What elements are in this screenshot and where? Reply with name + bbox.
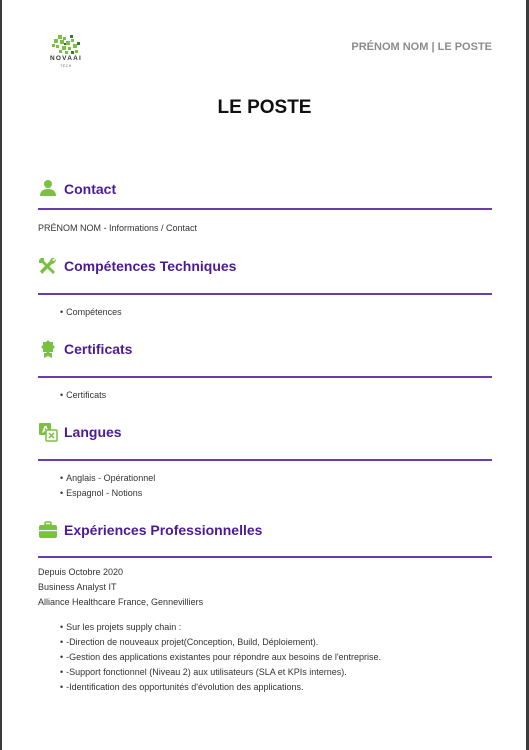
translate-icon: A (39, 423, 58, 442)
list-item: Espagnol - Notions (60, 486, 155, 501)
languages-list: Anglais - Opérationnel Espagnol - Notion… (60, 471, 155, 501)
certs-list: Certificats (60, 388, 106, 403)
list-item: -Gestion des applications existantes pou… (60, 650, 381, 665)
experience-date: Depuis Octobre 2020 (38, 567, 124, 577)
section-certs-title: Certificats (64, 341, 133, 357)
briefcase-icon (39, 521, 57, 538)
experience-company: Alliance Healthcare France, Gennevillier… (38, 597, 204, 607)
section-divider (38, 376, 492, 378)
list-item: Compétences (60, 305, 122, 320)
experience-list: Sur les projets supply chain : -Directio… (60, 620, 381, 695)
section-divider (38, 459, 492, 461)
list-item: -Direction de nouveaux projet(Conception… (60, 635, 381, 650)
section-certs-header: Certificats (38, 339, 492, 359)
header-name-role: PRÉNOM NOM | LE POSTE (351, 41, 492, 53)
section-experience-header: Expériences Professionnelles (38, 520, 492, 540)
logo-wordmark: NOVAAI (50, 55, 82, 62)
section-contact-title: Contact (64, 181, 117, 197)
list-item: Anglais - Opérationnel (60, 471, 155, 486)
contact-text: PRÉNOM NOM - Informations / Contact (38, 223, 198, 233)
list-item: Certificats (60, 388, 106, 403)
logo-subtitle: TECH (60, 64, 72, 68)
section-languages-title: Langues (64, 424, 122, 440)
section-skills-title: Compétences Techniques (64, 258, 237, 274)
skills-list: Compétences (60, 305, 122, 320)
award-icon (41, 340, 55, 358)
list-item: -Support fonctionnel (Niveau 2) aux util… (60, 665, 381, 680)
list-item: Sur les projets supply chain : (60, 620, 381, 635)
section-experience-title: Expériences Professionnelles (64, 522, 263, 538)
section-divider (38, 293, 492, 295)
section-skills-header: Compétences Techniques (38, 256, 492, 276)
page-title: LE POSTE (217, 97, 312, 118)
section-divider (38, 556, 492, 558)
section-languages-header: A Langues (38, 422, 492, 442)
tools-icon (39, 257, 56, 274)
experience-role: Business Analyst IT (38, 582, 117, 592)
section-contact-header: Contact (38, 179, 492, 199)
list-item: -Identification des opportunités d'évolu… (60, 680, 381, 695)
person-icon (40, 180, 56, 196)
section-divider (38, 208, 492, 210)
